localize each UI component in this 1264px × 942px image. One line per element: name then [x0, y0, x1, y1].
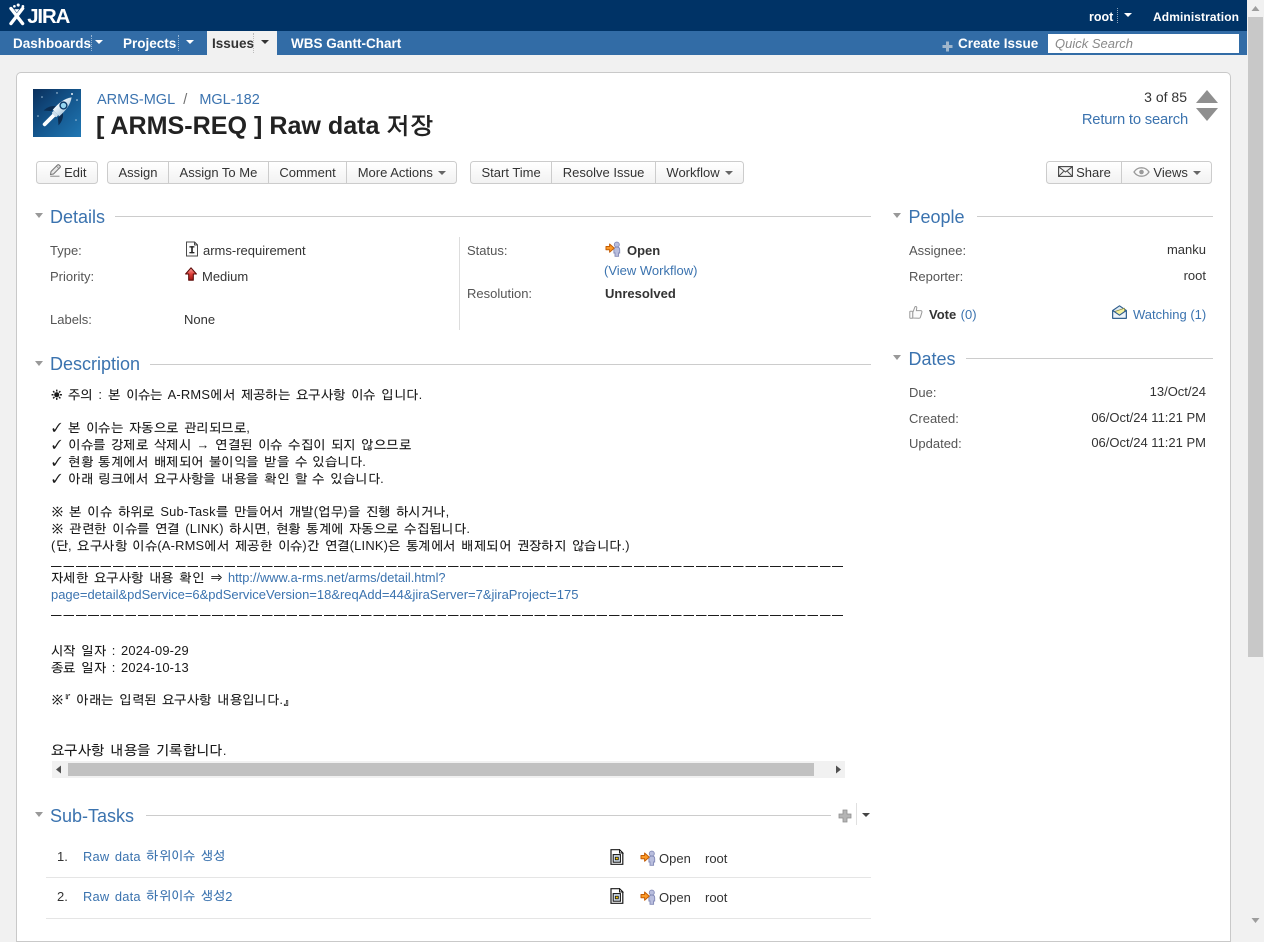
- svg-text:JIRA: JIRA: [27, 6, 70, 28]
